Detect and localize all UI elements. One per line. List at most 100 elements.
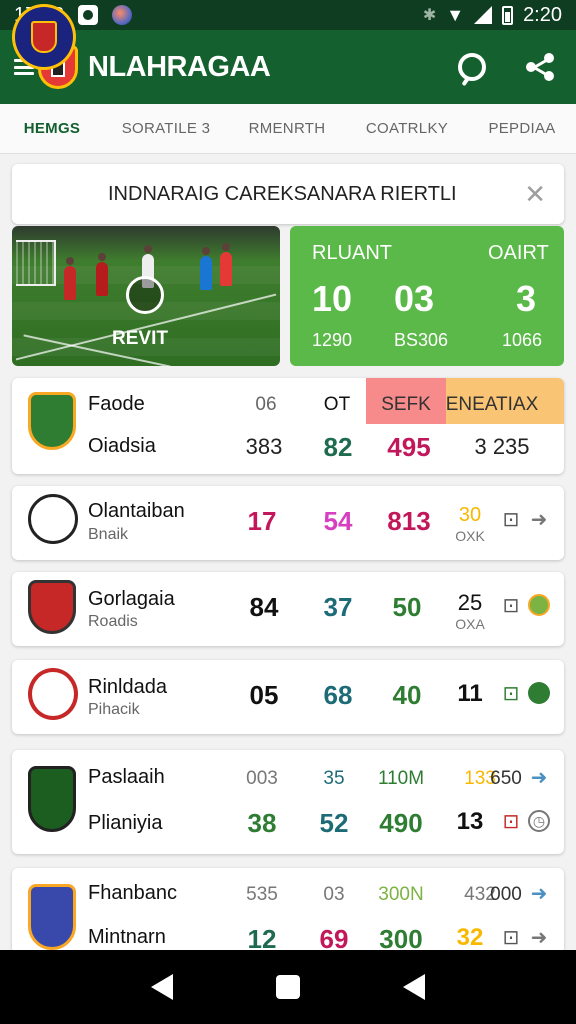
app-title: NLAHRAGAA — [88, 50, 271, 83]
tab-2[interactable]: RMENRTH — [228, 120, 346, 137]
score-sub-1: 1290 — [312, 330, 353, 350]
stat-2-4: 30 — [458, 504, 482, 526]
app-bar: NLAHRAGAA — [0, 30, 576, 104]
stat-3-3: 50 — [392, 592, 422, 622]
play-icon[interactable] — [126, 276, 164, 314]
stat-1-3: 495 — [387, 432, 431, 462]
back-icon[interactable] — [151, 974, 174, 1000]
team-card-6[interactable]: Fhanbanc Mintnarn 535 03 300N 432 000 ➜ … — [12, 868, 564, 954]
team-logo-5 — [28, 766, 76, 832]
stat-1-2: 82 — [323, 432, 353, 462]
team-name-2: Olantaiban — [88, 500, 185, 522]
score-sub-2: BS306 — [394, 330, 449, 350]
goal-net — [16, 240, 56, 286]
stat-4-1: 05 — [249, 680, 279, 710]
col-header-4: ENEATIAX — [445, 394, 539, 415]
team-sub-2: Bnaik — [88, 526, 129, 543]
team-card-2[interactable]: Olantaiban Bnaik 17 54 813 30 OXK ⊡ ➜ — [12, 486, 564, 560]
highlight-video[interactable]: REVIT — [12, 226, 280, 366]
col-header-3: SEFK — [381, 394, 431, 415]
stat-6-h1: 535 — [246, 884, 278, 905]
stat-6-h3: 300N — [378, 884, 424, 905]
tab-1[interactable]: SORATILE 3 — [104, 120, 228, 137]
stat-2-3: 813 — [387, 506, 431, 536]
stat-4-4: 11 — [457, 680, 483, 707]
trend-icon[interactable]: ➜ — [528, 882, 550, 905]
tab-3[interactable]: COATRLKY — [346, 120, 468, 137]
stats-icon[interactable] — [528, 682, 550, 704]
stat-1-1: 383 — [245, 434, 283, 459]
team-card-3[interactable]: Gorlagaia Roadis 84 37 50 25 OXA ⊡ — [12, 572, 564, 646]
stat-3-2: 37 — [323, 592, 353, 622]
stat-2-2: 54 — [323, 506, 353, 536]
lineup-icon[interactable]: ⊡ — [500, 594, 522, 617]
stat-5-4: 13 — [456, 808, 484, 835]
globe-icon — [112, 5, 133, 25]
clock-icon[interactable]: ◷ — [528, 810, 550, 832]
score-card[interactable]: RLUANT OAIRT 10 03 3 1290 BS306 1066 — [290, 226, 564, 366]
lineup-icon[interactable]: ⊡ — [500, 810, 522, 833]
stat-5-3: 490 — [379, 808, 423, 838]
team-sub-1: Oiadsia — [88, 435, 156, 457]
team-name-1: Faode — [88, 393, 145, 415]
score-value-1: 10 — [312, 278, 353, 319]
stat-5-h5: 650 — [490, 768, 522, 789]
stat-5-1: 38 — [247, 808, 277, 838]
signal-icon — [474, 6, 493, 24]
arrow-right-icon[interactable]: ➜ — [528, 926, 550, 949]
share-icon[interactable] — [526, 53, 554, 81]
notification-icon — [78, 5, 99, 25]
team-name-3: Gorlagaia — [88, 588, 175, 610]
stat-6-h2: 03 — [323, 884, 345, 905]
tab-0[interactable]: HEMGS — [0, 120, 104, 137]
lineup-icon[interactable]: ⊡ — [500, 508, 522, 531]
team-card-5[interactable]: Paslaaih Plianiyia 003 35 110M 133 650 ➜… — [12, 750, 564, 854]
stat-2-1: 17 — [247, 506, 277, 536]
league-banner[interactable]: INDNARAIG CAREKSANARA RIERTLI ✕ — [12, 164, 564, 224]
arrow-right-icon[interactable]: ➜ — [528, 508, 550, 531]
stat-5-h1: 003 — [246, 768, 278, 789]
wifi-icon: ▼ — [446, 4, 465, 25]
score-right-title: OAIRT — [488, 242, 549, 264]
search-icon[interactable] — [458, 53, 486, 81]
team-sub-5: Plianiyia — [88, 812, 163, 834]
team-sub-3: Roadis — [88, 613, 138, 630]
team-sub-6: Mintnarn — [88, 926, 166, 948]
trend-icon[interactable]: ➜ — [528, 766, 550, 789]
team-sub-4: Pihacik — [88, 701, 140, 718]
stat-3-1: 84 — [249, 592, 279, 622]
stat-3-4: 25 — [457, 590, 483, 615]
banner-title: INDNARAIG CAREKSANARA RIERTLI — [108, 182, 457, 205]
lineup-icon[interactable]: ⊡ — [500, 926, 522, 949]
team-logo-4 — [28, 668, 78, 720]
stat-1-4: 3 235 — [474, 434, 530, 459]
league-logo — [12, 4, 76, 70]
lineup-icon[interactable]: ⊡ — [500, 682, 522, 705]
recents-icon[interactable] — [402, 974, 425, 1000]
status-bar: 17:43 ✱ ▼ 2:20 — [0, 0, 576, 30]
score-sub-3: 1066 — [502, 330, 543, 350]
score-value-3: 3 — [516, 278, 537, 319]
stat-4-3: 40 — [392, 680, 422, 710]
stat-5-h2: 35 — [323, 768, 345, 789]
team-card-4[interactable]: Rinldada Pihacik 05 68 40 11 ⊡ — [12, 660, 564, 734]
stats-icon[interactable] — [528, 594, 550, 616]
stat-5-h3: 110M — [377, 768, 425, 789]
home-icon[interactable] — [275, 975, 300, 999]
stat-5-2: 52 — [319, 808, 349, 838]
team-name-5: Paslaaih — [88, 766, 165, 788]
battery-icon — [502, 5, 514, 25]
close-icon[interactable]: ✕ — [524, 179, 546, 210]
score-left-title: RLUANT — [312, 242, 393, 264]
system-nav-bar — [0, 950, 576, 1024]
team-logo-2 — [28, 494, 78, 544]
team-card-1[interactable]: Faode Oiadsia 06 OT SEFK ENEATIAX 383 82… — [12, 378, 564, 474]
team-logo-1 — [28, 392, 76, 450]
team-name-4: Rinldada — [88, 676, 167, 698]
team-logo-6 — [28, 884, 76, 950]
team-logo-3 — [28, 580, 76, 634]
tab-4[interactable]: PEPDIAA — [468, 120, 576, 137]
team-name-6: Fhanbanc — [88, 882, 177, 904]
status-clock: 2:20 — [523, 3, 562, 26]
score-value-2: 03 — [394, 278, 435, 319]
